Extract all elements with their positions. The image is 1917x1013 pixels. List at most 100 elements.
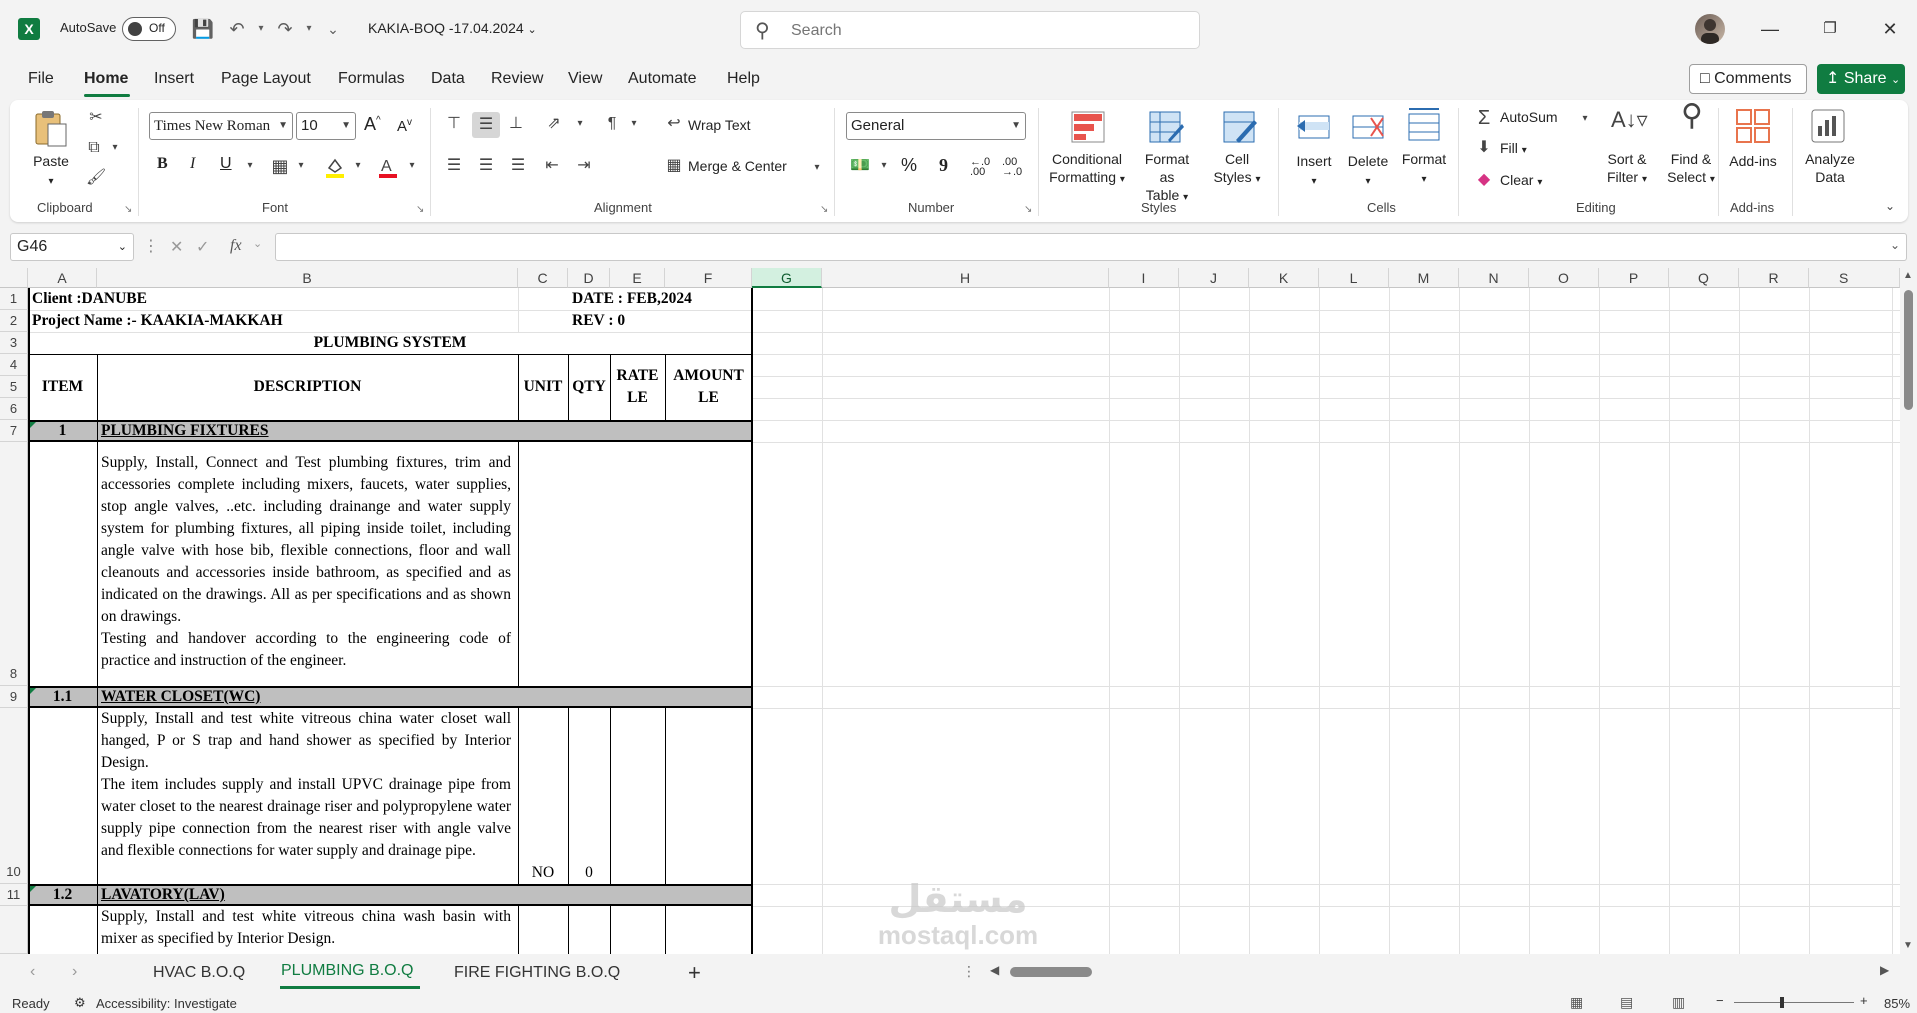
scroll-down-icon[interactable]: ▼	[1903, 940, 1913, 951]
orientation-icon[interactable]: ⇗	[544, 114, 564, 134]
format-painter-icon[interactable]: 🖌	[86, 168, 106, 188]
autosum-dropdown-icon[interactable]: ▾	[1575, 109, 1595, 129]
column-header-c[interactable]: C	[518, 268, 568, 288]
row-header-4[interactable]: 4	[0, 354, 28, 376]
copy-icon[interactable]: ⧉	[84, 138, 104, 158]
tab-automate[interactable]: Automate	[628, 70, 696, 88]
cell-b11[interactable]: LAVATORY(LAV)	[101, 884, 225, 906]
minimize-button[interactable]: —	[1750, 14, 1790, 44]
accounting-format-icon[interactable]: 💵	[850, 156, 870, 176]
comma-style-button[interactable]: 9	[939, 155, 948, 176]
increase-indent-icon[interactable]: ⇥	[574, 156, 594, 176]
borders-dropdown-icon[interactable]: ▾	[291, 156, 311, 176]
zoom-slider-thumb[interactable]	[1780, 997, 1784, 1008]
top-align-icon[interactable]: ⊤	[444, 114, 464, 134]
align-right-icon[interactable]: ☰	[508, 156, 528, 176]
normal-view-icon[interactable]: ▦	[1570, 994, 1583, 1011]
column-header-h[interactable]: H	[822, 268, 1109, 288]
header-unit[interactable]: UNIT	[518, 376, 568, 398]
cut-icon[interactable]: ✂	[86, 108, 106, 128]
undo-dropdown-icon[interactable]: ▾	[248, 16, 274, 42]
row-header-6[interactable]: 6	[0, 398, 28, 420]
avatar[interactable]	[1695, 14, 1725, 44]
header-qty[interactable]: QTY	[568, 376, 610, 398]
add-sheet-button[interactable]: +	[688, 960, 701, 986]
row-header-5[interactable]: 5	[0, 376, 28, 398]
column-header-l[interactable]: L	[1319, 268, 1389, 288]
column-header-o[interactable]: O	[1529, 268, 1599, 288]
fill-button[interactable]: Fill ▾	[1500, 140, 1527, 156]
sheet-tab-plumbing[interactable]: PLUMBING B.O.Q	[281, 962, 413, 980]
column-header-r[interactable]: R	[1739, 268, 1809, 288]
column-header-m[interactable]: M	[1389, 268, 1459, 288]
expand-formula-icon[interactable]: ⌄	[1890, 238, 1900, 252]
save-icon[interactable]: 💾	[190, 16, 216, 42]
sheet-tab-fire-fighting[interactable]: FIRE FIGHTING B.O.Q	[454, 964, 620, 982]
zoom-slider[interactable]	[1734, 1002, 1854, 1003]
format-cells-button[interactable]: Format ▾	[1399, 150, 1449, 189]
cell-b7[interactable]: PLUMBING FIXTURES	[101, 420, 269, 442]
cell-b8[interactable]: Supply, Install, Connect and Test plumbi…	[101, 452, 511, 672]
percent-button[interactable]: %	[901, 155, 917, 176]
worksheet-grid[interactable]: A B C D E F G H I J K L M N O P Q R S 1 …	[0, 268, 1900, 954]
tab-review[interactable]: Review	[491, 70, 543, 88]
underline-button[interactable]: U	[220, 155, 232, 173]
header-rate[interactable]: RATE LE	[610, 365, 665, 409]
row-header-11[interactable]: 11	[0, 884, 28, 906]
search-box[interactable]: ⚲	[740, 11, 1200, 49]
column-header-a[interactable]: A	[28, 268, 97, 288]
cell-a2[interactable]: Project Name :- KAAKIA-MAKKAH	[32, 310, 283, 332]
page-layout-view-icon[interactable]: ▤	[1620, 994, 1633, 1011]
decrease-decimal-button[interactable]: .00 →.0	[1002, 157, 1028, 178]
number-launcher-icon[interactable]: ↘	[1024, 204, 1032, 215]
column-header-e[interactable]: E	[610, 268, 665, 288]
find-select-button[interactable]: Find & Select ▾	[1660, 150, 1722, 189]
cell-a1[interactable]: Client :DANUBE	[32, 288, 147, 310]
scroll-left-icon[interactable]: ◀	[990, 963, 999, 977]
cell-c10[interactable]: NO	[518, 862, 568, 884]
orientation-dropdown-icon[interactable]: ▾	[570, 114, 590, 134]
cell-b10[interactable]: Supply, Install and test white vitreous …	[101, 708, 511, 862]
middle-align-button[interactable]: ☰	[472, 112, 500, 138]
delete-cells-button[interactable]: Delete ▾	[1346, 152, 1390, 191]
grow-font-icon[interactable]: A^	[364, 114, 381, 135]
number-format-select[interactable]: General ▼	[846, 112, 1026, 140]
column-header-g[interactable]: G	[752, 268, 822, 288]
tab-formulas[interactable]: Formulas	[338, 70, 405, 88]
customize-toolbar-icon[interactable]: ⌄	[320, 16, 346, 42]
bold-button[interactable]: B	[157, 155, 168, 173]
cell-a11[interactable]: 1.2	[28, 884, 97, 906]
alignment-launcher-icon[interactable]: ↘	[820, 204, 828, 215]
tab-insert[interactable]: Insert	[154, 70, 194, 88]
name-box[interactable]: G46 ⌄	[10, 233, 134, 261]
chevron-down-icon[interactable]: ⌄	[253, 237, 262, 250]
comments-button[interactable]: □ Comments	[1689, 64, 1807, 94]
header-amount[interactable]: AMOUNT LE	[665, 365, 752, 409]
merge-center-button[interactable]: Merge & Center	[688, 158, 787, 174]
document-title[interactable]: KAKIA-BOQ -17.04.2024 ⌄	[368, 20, 537, 36]
row-header-3[interactable]: 3	[0, 332, 28, 354]
cell-a9[interactable]: 1.1	[28, 686, 97, 708]
bottom-align-icon[interactable]: ⊥	[506, 114, 526, 134]
column-header-n[interactable]: N	[1459, 268, 1529, 288]
scroll-up-icon[interactable]: ▲	[1903, 270, 1913, 281]
row-header-12[interactable]	[0, 906, 28, 954]
more-options-icon[interactable]: ⋮	[143, 236, 159, 256]
fill-color-dropdown-icon[interactable]: ▾	[348, 156, 368, 176]
row-header-8[interactable]: 8	[0, 442, 28, 686]
zoom-level[interactable]: 85%	[1884, 996, 1910, 1011]
redo-icon[interactable]: ↷	[272, 16, 298, 42]
vertical-scroll-thumb[interactable]	[1904, 290, 1913, 410]
insert-function-button[interactable]: fx	[230, 237, 242, 255]
addins-button[interactable]: Add-ins	[1722, 152, 1784, 170]
font-name-select[interactable]: Times New Roman ▼	[149, 112, 293, 140]
increase-decimal-button[interactable]: ←.0 .00	[970, 157, 996, 178]
accounting-dropdown-icon[interactable]: ▾	[874, 156, 894, 176]
row-header-7[interactable]: 7	[0, 420, 28, 442]
wrap-text-button[interactable]: Wrap Text	[688, 117, 751, 133]
header-item[interactable]: ITEM	[28, 376, 97, 398]
accessibility-status[interactable]: Accessibility: Investigate	[96, 996, 237, 1011]
tab-page-layout[interactable]: Page Layout	[221, 70, 311, 88]
prev-sheet-icon[interactable]: ‹	[30, 963, 35, 981]
column-header-f[interactable]: F	[665, 268, 752, 288]
